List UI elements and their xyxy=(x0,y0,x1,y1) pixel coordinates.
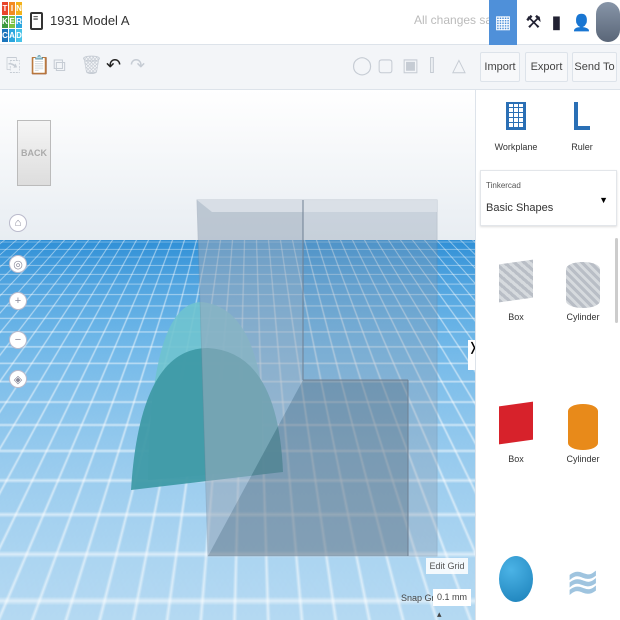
cylinder-icon xyxy=(566,262,600,308)
3d-viewport[interactable]: BACK ⌂ ◎ + − ◈ ❭ Edit Grid Snap Grid 0.1… xyxy=(0,90,475,620)
shape-label: Cylinder xyxy=(553,312,613,322)
shape-label: Cylinder xyxy=(553,454,613,464)
library-value: Basic Shapes xyxy=(486,202,553,214)
add-user-icon[interactable]: 👤 xyxy=(565,0,598,45)
logo-letter: C xyxy=(2,29,8,42)
lightbulb-icon[interactable]: ◯ xyxy=(352,55,372,76)
ungroup-icon[interactable]: ▣ xyxy=(402,55,419,76)
send-to-button[interactable]: Send To xyxy=(572,52,617,82)
logo-letter: A xyxy=(9,29,15,42)
duplicate-icon[interactable]: ⧉ xyxy=(53,55,66,76)
edit-grid-button[interactable]: Edit Grid xyxy=(426,558,468,574)
library-label: Tinkercad xyxy=(486,181,521,190)
mirror-icon[interactable]: △ xyxy=(452,55,466,76)
delete-icon[interactable]: 🗑 xyxy=(80,55,103,76)
box-shape[interactable] xyxy=(197,200,437,556)
avatar[interactable] xyxy=(596,2,620,42)
shape-sphere[interactable] xyxy=(499,556,533,602)
design-list-icon[interactable]: ≡ xyxy=(30,12,43,30)
panel-scrollbar[interactable] xyxy=(615,238,618,323)
toolbar: ⎘ 📋 ⧉ 🗑 ↶ ↷ ◯ ▢ ▣ ⫿ △ Import Export Send… xyxy=(0,45,620,90)
design-title[interactable]: 1931 Model A xyxy=(50,13,130,28)
logo-letter: I xyxy=(9,2,15,15)
shape-box-gray[interactable]: Box xyxy=(486,258,546,322)
top-bar: TINKERCAD ≡ 1931 Model A All changes sav… xyxy=(0,0,620,45)
shapes-panel: Workplane Ruler Tinkercad Basic Shapes ▼… xyxy=(475,90,620,620)
shape-label: Box xyxy=(486,454,546,464)
shape-library-select[interactable]: Tinkercad Basic Shapes ▼ xyxy=(480,170,617,226)
undo-icon[interactable]: ↶ xyxy=(106,55,121,76)
snap-grid-value: 0.1 mm xyxy=(437,592,467,602)
shape-box-red[interactable]: Box xyxy=(486,400,546,464)
ruler-label: Ruler xyxy=(562,142,602,152)
shape-text[interactable]: ≋ xyxy=(566,560,600,606)
3d-design-view-button[interactable]: ▦ xyxy=(489,0,517,45)
logo-letter: D xyxy=(16,29,22,42)
logo-letter: E xyxy=(9,16,15,29)
snap-grid-select[interactable]: 0.1 mm ▴ xyxy=(433,589,471,606)
group-icon[interactable]: ▢ xyxy=(377,55,394,76)
workplane-icon xyxy=(506,102,526,130)
shape-label: Box xyxy=(486,312,546,322)
export-button[interactable]: Export xyxy=(525,52,568,82)
logo-letter: K xyxy=(2,16,8,29)
collapse-panel-handle[interactable]: ❭ xyxy=(468,340,475,370)
shape-cylinder-orange[interactable]: Cylinder xyxy=(553,400,613,464)
import-button[interactable]: Import xyxy=(480,52,520,82)
paste-icon[interactable]: 📋 xyxy=(28,55,50,76)
tinkercad-logo[interactable]: TINKERCAD xyxy=(2,2,22,42)
logo-letter: R xyxy=(16,16,22,29)
scene-shapes xyxy=(0,90,475,620)
cylinder-icon xyxy=(568,404,598,450)
box-icon xyxy=(499,260,533,303)
shape-cylinder-gray[interactable]: Cylinder xyxy=(553,258,613,322)
logo-letter: T xyxy=(2,2,8,15)
box-icon xyxy=(499,402,533,445)
align-icon[interactable]: ⫿ xyxy=(429,55,435,76)
workplane-button[interactable]: Workplane xyxy=(494,100,538,156)
copy-icon[interactable]: ⎘ xyxy=(6,55,20,76)
ruler-icon xyxy=(574,102,590,130)
redo-icon[interactable]: ↷ xyxy=(130,55,145,76)
logo-letter: N xyxy=(16,2,22,15)
workplane-label: Workplane xyxy=(494,142,538,152)
ruler-button[interactable]: Ruler xyxy=(562,100,602,156)
chevron-down-icon: ▼ xyxy=(599,195,608,205)
